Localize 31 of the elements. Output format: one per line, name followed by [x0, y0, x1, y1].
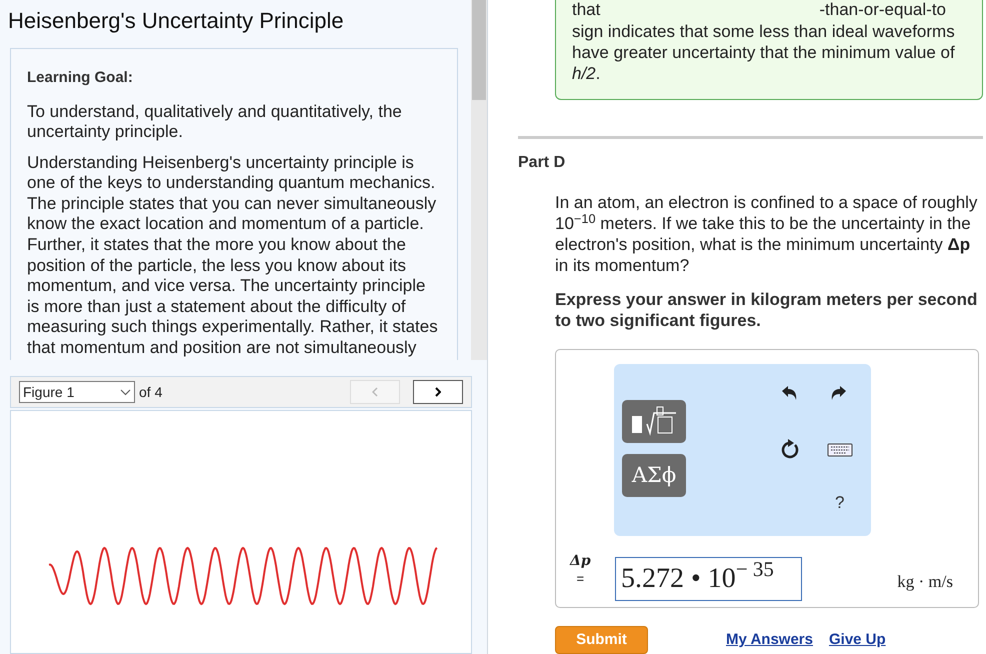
units-label: kg · m/s: [897, 570, 953, 593]
answer-field[interactable]: 5.272 • 10$^{− 35}$: [615, 556, 802, 601]
part-title: Part D: [518, 152, 566, 173]
scrollbar[interactable]: [471, 0, 487, 360]
undo-icon[interactable]: [780, 384, 798, 402]
next-button[interactable]: [413, 380, 463, 404]
redo-icon[interactable]: [830, 384, 848, 402]
page-title: Heisenberg's Uncertainty Principle: [7, 7, 345, 35]
feedback-text: that: [572, 0, 600, 21]
paragraph: Understanding Heisenberg's uncertainty principle is one of the keys to understanding quantum mechanics. The principle states that you can never simultaneously know the exact location and momentum of a particle. Further, it states that the more you know about the position of the particle, the less you know about its momentum, and vice versa. The uncertainty principle is more than just a statement about the difficulty of measuring such things experimentally. Rather, it states that momentum and position are not simultaneously: [27, 152, 439, 359]
feedback-text: sign indicates that some less than ideal waveforms have greater uncertainty that the minimum value of h/2.: [572, 21, 956, 84]
answer-label: Δp: [570, 554, 591, 568]
chevron-down-icon: [120, 388, 131, 396]
feedback-text: -than-or-equal-to: [819, 0, 946, 21]
figure-select[interactable]: Figure 1: [19, 381, 135, 403]
question-text: In an atom, an electron is confined to a space of roughly 10$^{−10}$ meters. If we take this to be the uncertainty in the electron's position, what is the minimum uncertainty Δp in its momentum?: [555, 192, 978, 276]
keyboard-icon[interactable]: [827, 442, 853, 457]
help-button[interactable]: ?: [835, 490, 844, 516]
chevron-right-icon: [435, 387, 441, 397]
paragraph: To understand, qualitatively and quantitatively, the uncertainty principle.: [27, 102, 403, 143]
link[interactable]: My Answers: [726, 628, 813, 652]
chevron-left-icon: [372, 387, 378, 397]
instruction-text: Express your answer in kilogram meters per second to two significant figures.: [555, 288, 978, 331]
scrollbar-thumb[interactable]: [472, 0, 486, 100]
link[interactable]: Give Up: [828, 628, 886, 652]
symbols-button[interactable]: ΑΣϕ: [622, 454, 686, 497]
templates-button[interactable]: [622, 400, 686, 443]
equals-sign: =: [576, 572, 584, 586]
reset-icon[interactable]: [780, 438, 800, 460]
figure-count: of 4: [139, 382, 162, 402]
learning-goal-heading: Learning Goal:: [27, 68, 134, 88]
